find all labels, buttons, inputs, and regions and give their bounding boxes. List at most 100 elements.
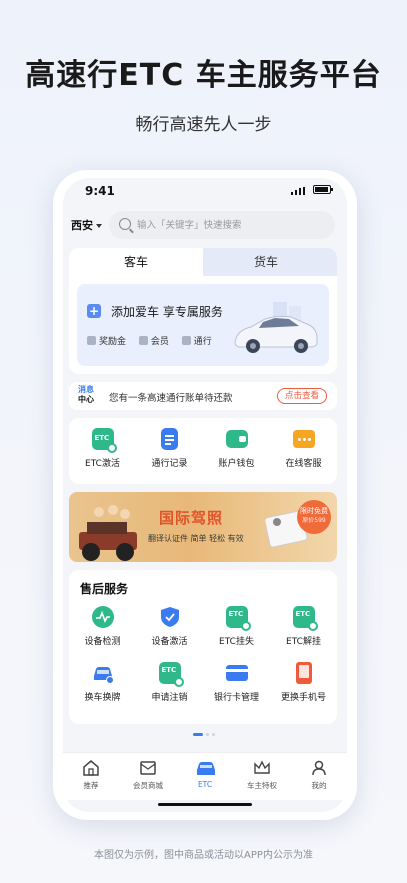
quick-action-wallet[interactable]: 账户钱包 — [203, 428, 270, 469]
battery-icon — [313, 185, 333, 194]
after-sales-device-activate[interactable]: 设备激活 — [136, 606, 203, 647]
tab-label: 推荐 — [83, 781, 99, 790]
perk-label: 会员 — [150, 337, 169, 347]
etc-report-loss-icon: ETC — [225, 606, 251, 631]
disclaimer: 本图仅为示例，图中商品或活动以APP内公示为准 — [94, 850, 313, 861]
app-screen: 9:41 西安 货车 客车 + 添加爱车 享专属服务 奖励金 — [63, 178, 347, 812]
free-badge: 限时免费 原价599 — [297, 500, 331, 534]
signal-icon — [291, 187, 305, 195]
add-icon: + — [87, 304, 101, 318]
after-sales-label: 设备激活 — [151, 637, 188, 647]
badge-line1: 限时免费 — [300, 507, 328, 515]
mail-icon — [139, 759, 157, 777]
tab-etc[interactable]: ETC — [177, 759, 233, 789]
bank-card-icon — [225, 665, 248, 681]
perk-label: 通行 — [193, 337, 212, 347]
perk-pass: 通行 — [181, 334, 212, 347]
message-bar: 消息 中心 您有一条高速通行账单待还款 点击查看 — [69, 382, 337, 410]
message-tag-line2: 中心 — [78, 395, 94, 404]
tab-label: 车主特权 — [247, 781, 277, 790]
home-indicator — [158, 803, 252, 806]
message-tag-line1: 消息 — [78, 385, 94, 394]
city-name: 西安 — [71, 219, 93, 232]
caret-down-icon — [96, 224, 102, 228]
device-check-icon — [91, 606, 114, 628]
after-sales-label: ETC解挂 — [286, 637, 321, 647]
page-dot — [206, 733, 209, 736]
tab-truck[interactable]: 货车 — [195, 248, 337, 276]
perk-label: 奖励金 — [99, 337, 127, 347]
phone-mockup: 9:41 西安 货车 客车 + 添加爱车 享专属服务 奖励金 — [53, 170, 357, 820]
search-icon — [119, 218, 131, 230]
after-sales-label: ETC挂失 — [219, 637, 254, 647]
etc-unlock-icon: ETC — [292, 606, 318, 631]
hero-subtitle: 畅行高速先人一步 — [135, 115, 272, 135]
add-car-panel[interactable]: + 添加爱车 享专属服务 奖励金 会员 通行 — [77, 284, 329, 366]
perk-member: 会员 — [138, 334, 169, 347]
after-sales-bank-card[interactable]: 银行卡管理 — [203, 662, 270, 703]
after-sales-report-loss[interactable]: ETC ETC挂失 — [203, 606, 270, 647]
city-selector[interactable]: 西安 — [71, 217, 102, 233]
tab-passenger-car[interactable]: 客车 — [69, 248, 203, 276]
quick-action-label: ETC激活 — [85, 459, 120, 469]
tab-label: 会员商城 — [133, 781, 163, 790]
after-sales-label: 换车换牌 — [84, 693, 121, 703]
badge-line2: 原价599 — [302, 517, 326, 524]
page-dot-active — [193, 733, 203, 736]
bottom-tab-bar: 推荐 会员商城 ETC 车主特权 我的 — [63, 752, 347, 800]
quick-action-label: 账户钱包 — [218, 459, 255, 469]
after-sales-change-car[interactable]: 换车换牌 — [69, 662, 136, 703]
page-indicator — [185, 733, 225, 737]
quick-actions: ETC ETC激活 通行记录 账户钱包 在线客服 — [69, 418, 337, 484]
vehicle-tabs: 货车 客车 — [69, 248, 337, 276]
perk-list: 奖励金 会员 通行 — [87, 334, 222, 347]
after-sales-label: 更换手机号 — [280, 693, 326, 703]
perk-reward: 奖励金 — [87, 334, 126, 347]
after-sales-cancel[interactable]: ETC 申请注销 — [136, 662, 203, 703]
message-center-tag: 消息 中心 — [78, 385, 94, 405]
section-title: 售后服务 — [80, 582, 129, 596]
coin-icon — [87, 336, 96, 345]
vehicle-card: 货车 客车 + 添加爱车 享专属服务 奖励金 会员 通行 — [69, 248, 337, 374]
etc-cancel-icon: ETC — [158, 662, 184, 687]
quick-action-label: 通行记录 — [151, 459, 188, 469]
etc-car-icon — [196, 759, 215, 777]
tab-member-mall[interactable]: 会员商城 — [120, 759, 176, 791]
after-sales-unlock[interactable]: ETC ETC解挂 — [270, 606, 337, 647]
ticket-icon — [181, 336, 191, 345]
after-sales-label: 申请注销 — [151, 693, 188, 703]
page-dot — [212, 733, 215, 736]
chat-icon — [292, 430, 315, 448]
status-time: 9:41 — [85, 184, 115, 198]
after-sales-device-check[interactable]: 设备检测 — [69, 606, 136, 647]
tab-label: 我的 — [311, 781, 327, 790]
home-icon — [82, 759, 100, 777]
jeep-illustration — [79, 505, 137, 561]
status-bar: 9:41 — [63, 178, 347, 208]
quick-action-support[interactable]: 在线客服 — [270, 428, 337, 469]
quick-action-label: 在线客服 — [285, 459, 322, 469]
tab-mine[interactable]: 我的 — [291, 759, 347, 791]
quick-action-records[interactable]: 通行记录 — [136, 428, 203, 469]
intl-license-banner[interactable]: 国际驾照 翻译认证件 简单 轻松 有效 限时免费 原价599 — [69, 492, 337, 562]
user-icon — [310, 759, 328, 777]
search-box[interactable] — [109, 211, 335, 239]
search-input[interactable] — [137, 217, 327, 233]
crown-icon — [253, 759, 271, 777]
after-sales-section: 售后服务 设备检测 设备激活 ETC ETC挂失 ETC ETC解挂 换车换牌 … — [69, 570, 337, 724]
after-sales-label: 银行卡管理 — [213, 693, 259, 703]
after-sales-label: 设备检测 — [84, 637, 121, 647]
view-message-button[interactable]: 点击查看 — [276, 388, 327, 404]
top-bar: 西安 — [63, 208, 347, 244]
banner-subtitle: 翻译认证件 简单 轻松 有效 — [148, 534, 244, 543]
banner-title: 国际驾照 — [159, 509, 224, 527]
car-illustration — [234, 302, 318, 353]
add-car-title: 添加爱车 享专属服务 — [111, 305, 223, 319]
quick-action-etc-activate[interactable]: ETC ETC激活 — [69, 428, 136, 469]
tab-owner-privileges[interactable]: 车主特权 — [234, 759, 290, 791]
message-text: 您有一条高速通行账单待还款 — [109, 393, 233, 404]
tab-recommend[interactable]: 推荐 — [63, 759, 119, 791]
document-icon — [161, 428, 178, 450]
after-sales-change-phone[interactable]: 更换手机号 — [270, 662, 337, 703]
etc-activate-icon: ETC — [91, 428, 117, 453]
